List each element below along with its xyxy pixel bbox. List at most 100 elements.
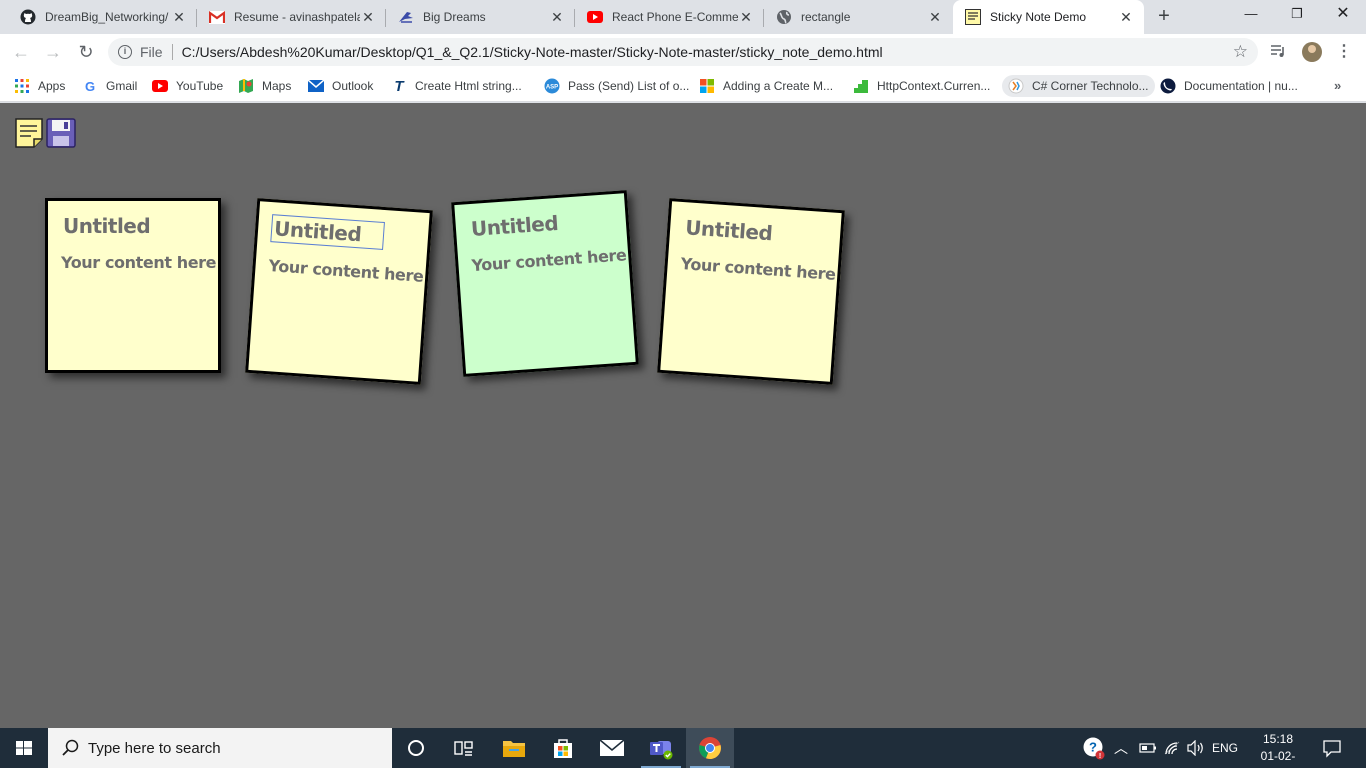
sticky-note-icon <box>965 9 981 25</box>
wifi-icon[interactable] <box>1163 728 1181 768</box>
close-tab-icon[interactable]: ✕ <box>927 9 943 25</box>
media-controls-icon[interactable] <box>1270 44 1286 60</box>
bookmark-csharp-corner[interactable]: C# Corner Technolo... <box>1002 75 1155 97</box>
tab-title: Sticky Note Demo <box>990 10 1087 24</box>
close-tab-icon[interactable]: ✕ <box>549 9 565 25</box>
clock-date: 01-02-2020 <box>1260 749 1296 768</box>
close-tab-icon[interactable]: ✕ <box>171 9 187 25</box>
sticky-note[interactable]: Untitled Your content here <box>245 198 433 385</box>
bookmark-maps[interactable]: Maps <box>232 75 297 97</box>
tab-rectangle[interactable]: rectangle ✕ <box>764 0 953 34</box>
tab-dreambig[interactable]: DreamBig_Networking/ ✕ <box>8 0 197 34</box>
bookmark-label: Outlook <box>332 79 374 93</box>
language-indicator[interactable]: ENG <box>1212 728 1238 768</box>
bookmark-star-icon[interactable]: ☆ <box>1233 42 1248 62</box>
bookmark-pass-list[interactable]: ASP Pass (Send) List of o... <box>538 75 695 97</box>
cortana-icon[interactable] <box>392 728 440 768</box>
address-bar[interactable]: i File C:/Users/Abdesh%20Kumar/Desktop/Q… <box>108 38 1258 66</box>
menu-kebab-icon[interactable]: ⋮ <box>1334 40 1354 64</box>
bookmark-label: Apps <box>38 79 66 93</box>
task-view-icon[interactable] <box>440 728 488 768</box>
restore-window-button[interactable]: ❐ <box>1274 0 1320 30</box>
add-note-icon[interactable] <box>15 118 43 148</box>
note-title[interactable]: Untitled <box>682 214 775 246</box>
bookmark-apps[interactable]: Apps <box>8 75 71 97</box>
tab-title: React Phone E-Commer <box>612 10 738 24</box>
bookmark-create-html[interactable]: T Create Html string... <box>385 75 528 97</box>
google-icon: G <box>84 78 96 94</box>
typeset-icon: T <box>394 77 404 95</box>
outlook-icon <box>308 78 324 94</box>
globe-icon <box>776 9 792 25</box>
reload-icon[interactable]: ↻ <box>74 40 98 64</box>
tab-sticky-note-demo[interactable]: Sticky Note Demo ✕ <box>953 0 1144 34</box>
sticky-note[interactable]: Untitled Your content here <box>45 198 221 373</box>
back-arrow-icon[interactable]: ← <box>9 40 33 64</box>
profile-avatar[interactable] <box>1302 42 1322 62</box>
tab-title: DreamBig_Networking/ <box>45 10 169 24</box>
svg-text:ASP: ASP <box>546 85 558 91</box>
bookmark-label: Adding a Create M... <box>723 79 834 93</box>
gmail-icon <box>209 9 225 25</box>
taskbar-search-box[interactable]: Type here to search <box>48 728 392 768</box>
bookmark-label: Create Html string... <box>415 79 522 93</box>
note-title[interactable]: Untitled <box>468 210 561 242</box>
windows-taskbar: Type here to search ?! ︿ ENG 15:18 01-02… <box>0 728 1366 768</box>
note-content[interactable]: Your content here <box>268 256 424 286</box>
tab-title: Resume - avinashpatela <box>234 10 360 24</box>
tab-big-dreams[interactable]: Big Dreams ✕ <box>386 0 575 34</box>
bookmark-documentation[interactable]: Documentation | nu... <box>1154 75 1304 97</box>
browser-toolbar: ← → ↻ i File C:/Users/Abdesh%20Kumar/Des… <box>0 34 1366 70</box>
bookmark-outlook[interactable]: Outlook <box>302 75 379 97</box>
minimize-window-button[interactable]: — <box>1228 0 1274 30</box>
tab-react-phone[interactable]: React Phone E-Commer ✕ <box>575 0 764 34</box>
bookmarks-overflow-icon[interactable]: » <box>1334 78 1341 93</box>
microsoft-store-icon[interactable] <box>539 728 587 768</box>
note-content[interactable]: Your content here <box>680 254 836 284</box>
help-icon[interactable]: ?! <box>1082 728 1106 768</box>
bookmark-gmail[interactable]: G Gmail <box>76 75 143 97</box>
maps-icon <box>238 78 254 94</box>
note-title[interactable]: Untitled <box>61 213 152 239</box>
close-tab-icon[interactable]: ✕ <box>360 9 376 25</box>
sticky-note[interactable]: Untitled Your content here <box>451 190 639 377</box>
tab-title: rectangle <box>801 10 851 24</box>
note-content[interactable]: Your content here <box>61 253 217 272</box>
apps-grid-icon <box>14 78 30 94</box>
svg-text:!: ! <box>1099 753 1101 760</box>
svg-text:?: ? <box>1089 740 1097 755</box>
bookmark-youtube[interactable]: YouTube <box>146 75 229 97</box>
bookmark-adding-create[interactable]: Adding a Create M... <box>693 75 839 97</box>
sticky-note[interactable]: Untitled Your content here <box>657 198 845 385</box>
close-tab-icon[interactable]: ✕ <box>1118 9 1134 25</box>
site-info-icon[interactable]: i <box>118 45 132 59</box>
save-icon[interactable] <box>46 118 76 148</box>
note-content[interactable]: Your content here <box>471 245 627 275</box>
chrome-icon[interactable] <box>686 728 734 768</box>
teams-icon[interactable] <box>637 728 685 768</box>
youtube-icon <box>587 9 603 25</box>
clock[interactable]: 15:18 01-02-2020 <box>1250 731 1306 768</box>
tab-resume[interactable]: Resume - avinashpatela ✕ <box>197 0 386 34</box>
battery-icon[interactable] <box>1139 728 1157 768</box>
mail-icon[interactable] <box>588 728 636 768</box>
bookmark-httpcontext[interactable]: HttpContext.Curren... <box>847 75 996 97</box>
tab-title: Big Dreams <box>423 10 486 24</box>
volume-icon[interactable] <box>1186 728 1206 768</box>
new-tab-button[interactable]: + <box>1152 5 1176 29</box>
microsoft-icon <box>699 78 715 94</box>
url-text[interactable]: C:/Users/Abdesh%20Kumar/Desktop/Q1_&_Q2.… <box>182 44 883 60</box>
close-tab-icon[interactable]: ✕ <box>738 9 754 25</box>
notifications-icon[interactable] <box>1322 738 1342 758</box>
search-placeholder: Type here to search <box>88 739 221 757</box>
csharp-corner-icon <box>1008 78 1024 94</box>
bookmarks-bar: Apps G Gmail YouTube Maps Outlook T Crea… <box>0 70 1366 102</box>
bookmark-label: Pass (Send) List of o... <box>568 79 690 93</box>
forward-arrow-icon[interactable]: → <box>41 40 65 64</box>
close-window-button[interactable]: ✕ <box>1320 0 1366 30</box>
windows-start-button[interactable] <box>0 728 48 768</box>
phone-icon <box>1160 78 1176 94</box>
file-explorer-icon[interactable] <box>490 728 538 768</box>
note-title[interactable]: Untitled <box>270 214 385 250</box>
chevron-up-icon[interactable]: ︿ <box>1114 728 1128 768</box>
